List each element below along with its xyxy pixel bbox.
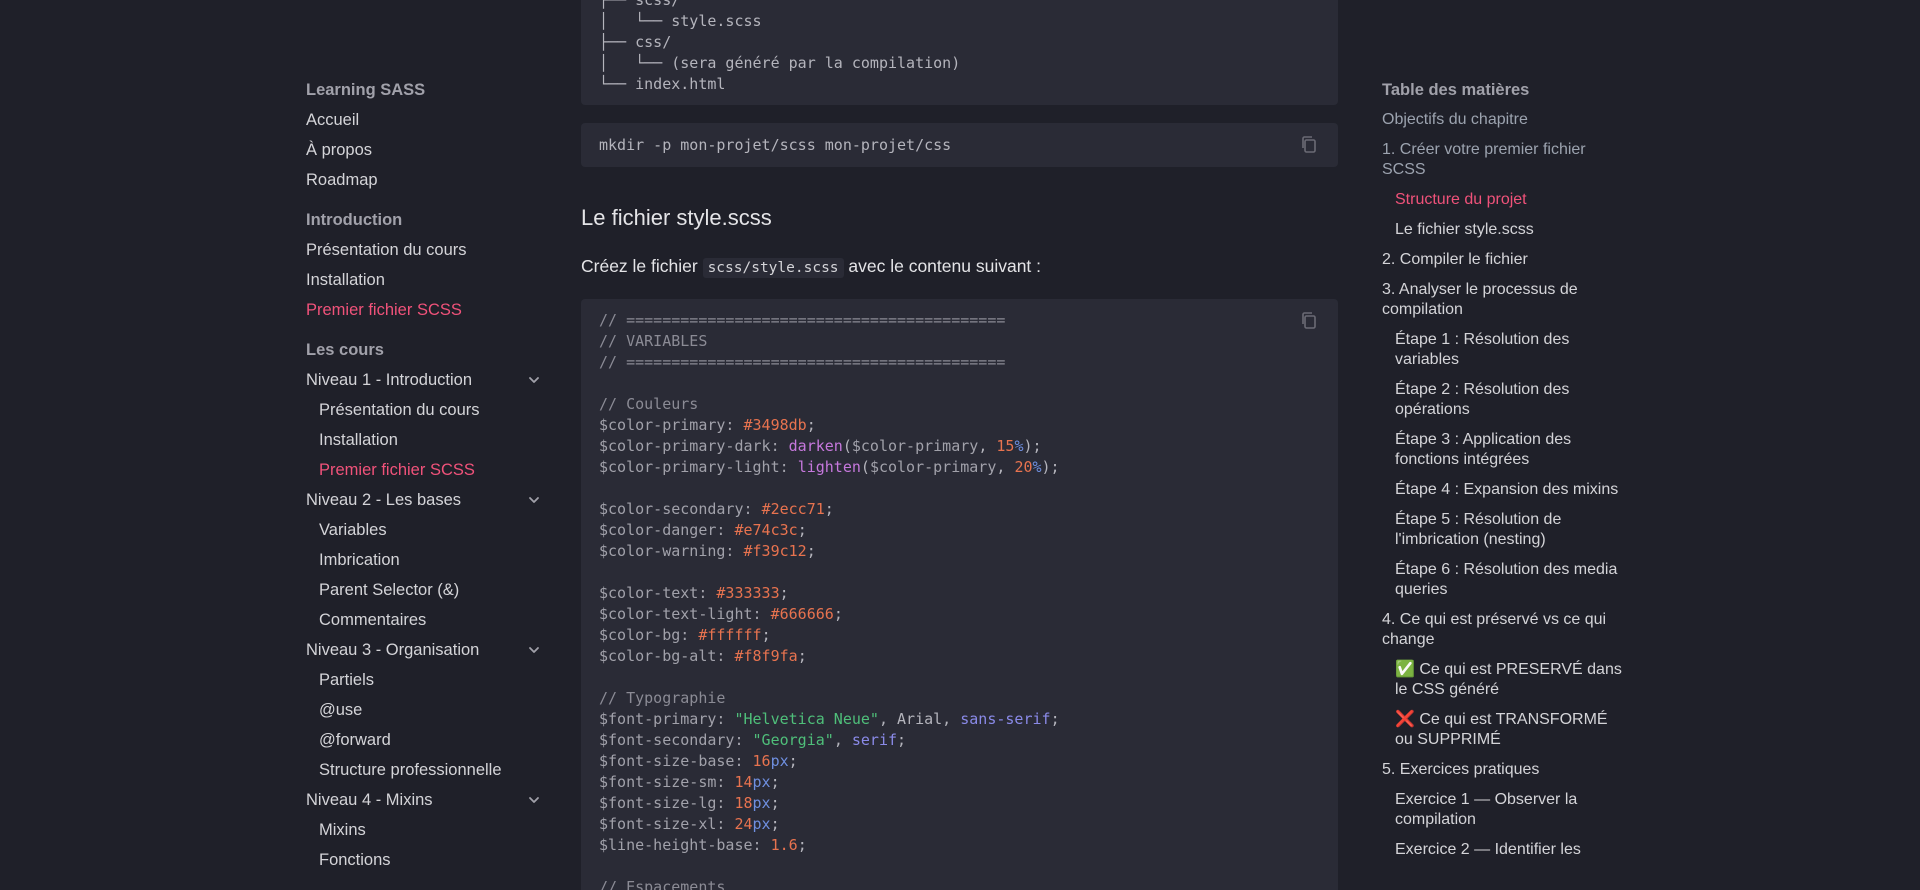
- sidebar-item-installation[interactable]: Installation: [306, 270, 546, 300]
- sidebar-item-accueil[interactable]: Accueil: [306, 110, 546, 140]
- toc-item[interactable]: ✅ Ce qui est PRESERVÉ dans le CSS généré: [1382, 660, 1622, 700]
- sidebar-item-commentaires[interactable]: Commentaires: [306, 610, 546, 640]
- copy-icon[interactable]: [1300, 135, 1318, 155]
- sidebar-item-presentation-n1[interactable]: Présentation du cours: [306, 400, 546, 430]
- toc-item[interactable]: Exercice 2 — Identifier les: [1382, 840, 1622, 860]
- sidebar-group-niveau-2[interactable]: Niveau 2 - Les bases: [306, 490, 546, 520]
- paragraph-text: Créez le fichier: [581, 256, 703, 276]
- toc-item-active[interactable]: Structure du projet: [1382, 190, 1622, 210]
- sidebar-item-partiels[interactable]: Partiels: [306, 670, 546, 700]
- sidebar-section-title: Les cours: [306, 341, 384, 359]
- sidebar-item-mixins[interactable]: Mixins: [306, 820, 546, 850]
- sidebar-item-premier-fichier-n1[interactable]: Premier fichier SCSS: [306, 460, 546, 490]
- toc-item[interactable]: Étape 4 : Expansion des mixins: [1382, 480, 1622, 500]
- toc-item[interactable]: Exercice 1 — Observer la compilation: [1382, 790, 1622, 830]
- sidebar-group-label: Niveau 4 - Mixins: [306, 791, 433, 809]
- code-line: │ └── (sera généré par la compilation): [599, 54, 961, 72]
- sidebar-item-a-propos[interactable]: À propos: [306, 140, 546, 170]
- sidebar-item-structure-pro[interactable]: Structure professionnelle: [306, 760, 546, 790]
- command-text: mkdir -p mon-projet/scss mon-projet/css: [599, 136, 952, 154]
- toc-item[interactable]: ❌ Ce qui est TRANSFORMÉ ou SUPPRIMÉ: [1382, 710, 1622, 750]
- toc-item[interactable]: 3. Analyser le processus de compilation: [1382, 280, 1622, 320]
- toc-item[interactable]: Étape 5 : Résolution de l'imbrication (n…: [1382, 510, 1622, 550]
- scss-code-block: // =====================================…: [581, 299, 1338, 890]
- table-of-contents: Table des matières Objectifs du chapitre…: [1382, 80, 1622, 864]
- toc-item[interactable]: Le fichier style.scss: [1382, 220, 1622, 240]
- toc-title: Table des matières: [1382, 81, 1530, 99]
- code-line: ├── scss/: [599, 0, 681, 9]
- tree-code-block: ├── scss/ │ └── style.scss ├── css/ │ └── (…: [581, 0, 1338, 105]
- code-line: └── index.html: [599, 75, 726, 93]
- sidebar-item-fonctions[interactable]: Fonctions: [306, 850, 546, 880]
- sidebar-section-title: Learning SASS: [306, 81, 426, 99]
- sidebar-item-roadmap[interactable]: Roadmap: [306, 170, 546, 200]
- toc-item[interactable]: 2. Compiler le fichier: [1382, 250, 1622, 270]
- section-heading: Le fichier style.scss: [581, 205, 772, 230]
- sidebar-group-label: Niveau 2 - Les bases: [306, 491, 462, 509]
- chevron-down-icon[interactable]: [526, 642, 542, 658]
- toc-item[interactable]: Étape 1 : Résolution des variables: [1382, 330, 1622, 370]
- chevron-down-icon[interactable]: [526, 492, 542, 508]
- sidebar-item-premier-fichier[interactable]: Premier fichier SCSS: [306, 300, 546, 330]
- sidebar-group-niveau-4[interactable]: Niveau 4 - Mixins: [306, 790, 546, 820]
- toc-item[interactable]: 4. Ce qui est préservé vs ce qui change: [1382, 610, 1622, 650]
- sidebar-section-title: Introduction: [306, 211, 403, 229]
- command-code-block: mkdir -p mon-projet/scss mon-projet/css: [581, 123, 1338, 167]
- chevron-down-icon[interactable]: [526, 372, 542, 388]
- code-line: │ └── style.scss: [599, 12, 762, 30]
- sidebar-item-use[interactable]: @use: [306, 700, 546, 730]
- code-line: ├── css/: [599, 33, 672, 51]
- sidebar-item-forward[interactable]: @forward: [306, 730, 546, 760]
- toc-item[interactable]: 5. Exercices pratiques: [1382, 760, 1622, 780]
- copy-icon[interactable]: [1300, 311, 1318, 331]
- toc-item[interactable]: 1. Créer votre premier fichier SCSS: [1382, 140, 1622, 180]
- paragraph-text: avec le contenu suivant :: [843, 256, 1042, 276]
- sidebar-group-label: Niveau 3 - Organisation: [306, 641, 480, 659]
- sidebar-item-imbrication[interactable]: Imbrication: [306, 550, 546, 580]
- sidebar-group-label: Niveau 1 - Introduction: [306, 371, 473, 389]
- sidebar-item-installation-n1[interactable]: Installation: [306, 430, 546, 460]
- sidebar-group-niveau-1[interactable]: Niveau 1 - Introduction: [306, 370, 546, 400]
- sidebar-item-variables[interactable]: Variables: [306, 520, 546, 550]
- scss-code: // =====================================…: [599, 311, 1060, 890]
- sidebar-item-presentation[interactable]: Présentation du cours: [306, 240, 546, 270]
- toc-item[interactable]: Étape 6 : Résolution des media queries: [1382, 560, 1622, 600]
- toc-item[interactable]: Objectifs du chapitre: [1382, 110, 1622, 130]
- sidebar-item-parent-selector[interactable]: Parent Selector (&): [306, 580, 546, 610]
- sidebar-group-niveau-3[interactable]: Niveau 3 - Organisation: [306, 640, 546, 670]
- left-sidebar: Learning SASS Accueil À propos Roadmap I…: [306, 80, 546, 880]
- intro-paragraph: Créez le fichier scss/style.scss avec le…: [581, 256, 1042, 278]
- toc-item[interactable]: Étape 2 : Résolution des opérations: [1382, 380, 1622, 420]
- toc-item[interactable]: Étape 3 : Application des fonctions inté…: [1382, 430, 1622, 470]
- chevron-down-icon[interactable]: [526, 792, 542, 808]
- inline-code: scss/style.scss: [702, 258, 844, 278]
